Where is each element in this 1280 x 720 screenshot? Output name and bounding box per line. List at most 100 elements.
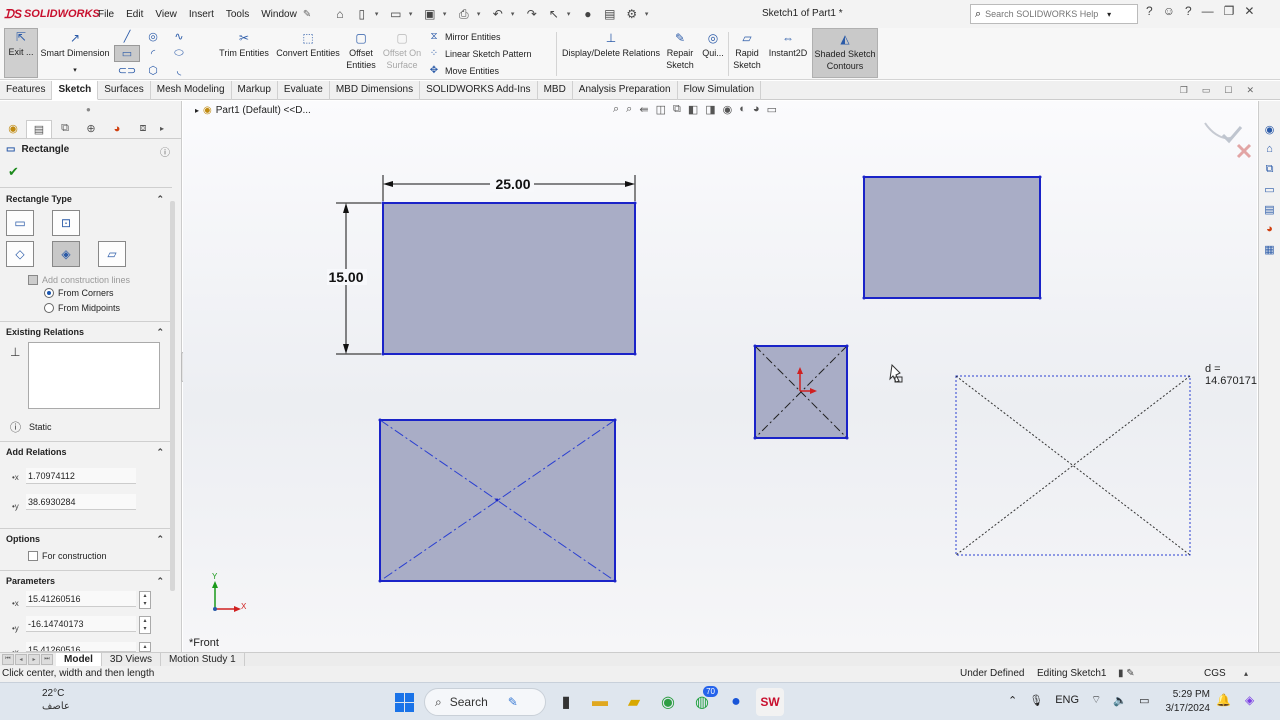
param-x-field[interactable]: 15.41260516 xyxy=(26,591,136,607)
panel-scroll-right-icon[interactable]: ▸ xyxy=(156,120,168,138)
minimize-icon[interactable]: — xyxy=(1202,4,1214,18)
tab-solidworks-addins[interactable]: SOLIDWORKS Add-Ins xyxy=(420,81,538,100)
center-point[interactable] xyxy=(495,498,499,502)
doc-close-icon[interactable]: ✕ xyxy=(1246,85,1254,96)
sketch-point[interactable] xyxy=(845,436,849,440)
microphone-icon[interactable]: 🎙 xyxy=(1029,694,1043,707)
new-document-icon[interactable]: ▯ xyxy=(353,5,371,23)
menu-edit[interactable]: Edit xyxy=(120,9,149,20)
new-dropdown-icon[interactable]: ▾ xyxy=(375,10,383,18)
taskbar-search[interactable]: ⌕ Search ✎ xyxy=(424,688,546,716)
line-icon[interactable]: ╱ xyxy=(114,28,140,45)
tab-motion-study-1[interactable]: Motion Study 1 xyxy=(161,652,245,667)
home-icon[interactable]: ⌂ xyxy=(1262,143,1278,159)
display-delete-relations-button[interactable]: ⊥ Display/Delete Relations xyxy=(560,30,662,59)
open-folder-icon[interactable]: ▭ xyxy=(387,5,405,23)
sketch-point[interactable] xyxy=(1038,296,1042,300)
design-library-icon[interactable]: ⧉ xyxy=(1262,163,1278,179)
add-relations-header[interactable]: Add Relations ⌃ xyxy=(6,447,164,458)
smart-dimension-button[interactable]: ↗ Smart Dimension ▾ xyxy=(40,30,110,77)
help-search-box[interactable]: ⌕ ▾ xyxy=(970,4,1138,24)
sketch-point[interactable] xyxy=(862,296,866,300)
tab-model[interactable]: Model xyxy=(56,652,102,667)
sketch-point[interactable] xyxy=(381,352,385,356)
sketch-point[interactable] xyxy=(862,175,866,179)
save-dropdown-icon[interactable]: ▾ xyxy=(443,10,451,18)
confirmation-corner[interactable] xyxy=(1204,122,1252,159)
notification-bell-icon[interactable]: 🔔 xyxy=(1216,693,1231,707)
tab-flow-simulation[interactable]: Flow Simulation xyxy=(678,81,762,100)
param-3-spinner[interactable]: ▴ xyxy=(139,642,151,652)
quick-snaps-button[interactable]: ◎ Qui... xyxy=(700,30,726,59)
move-entities-button[interactable]: ✥ Move Entities xyxy=(428,65,499,76)
sketch-point[interactable] xyxy=(633,201,637,205)
sketch-point[interactable] xyxy=(845,344,849,348)
menu-file[interactable]: File xyxy=(92,9,120,20)
offset-entities-button[interactable]: ▢ Offset Entities xyxy=(344,30,378,71)
collapse-caret-icon[interactable]: ⌃ xyxy=(156,534,164,545)
help-question-icon[interactable]: ? xyxy=(1185,4,1192,18)
weather-widget[interactable]: 22°C عاصف xyxy=(42,687,70,713)
tab-evaluate[interactable]: Evaluate xyxy=(278,81,330,100)
relation-y-field[interactable]: 38.6930284 xyxy=(26,494,136,510)
menu-view[interactable]: View xyxy=(149,9,183,20)
help-search-input[interactable] xyxy=(985,9,1104,19)
tab-sketch[interactable]: Sketch xyxy=(52,81,99,100)
pin-icon[interactable]: ✎ xyxy=(303,9,317,20)
sketch-rectangle-top-right[interactable] xyxy=(863,176,1041,299)
ellipse-icon[interactable]: ⬭ xyxy=(166,45,192,62)
print-icon[interactable]: ⎙ xyxy=(455,5,473,23)
start-button[interactable] xyxy=(390,688,418,716)
volume-icon[interactable]: 🔈 xyxy=(1113,694,1127,707)
rapid-sketch-button[interactable]: ▱ Rapid Sketch xyxy=(732,30,762,71)
next-tab-icon[interactable]: ▸ xyxy=(28,654,40,665)
sketch-point[interactable] xyxy=(613,418,617,422)
convert-entities-button[interactable]: ⬚ Convert Entities xyxy=(274,30,342,59)
menu-insert[interactable]: Insert xyxy=(183,9,220,20)
cam-tab-icon[interactable]: ⧈ xyxy=(130,120,156,138)
wifi-icon[interactable]: ⌔ xyxy=(1091,693,1101,707)
for-construction-checkbox[interactable]: For construction xyxy=(28,551,107,561)
language-indicator[interactable]: ENG xyxy=(1055,694,1079,706)
from-corners-radio[interactable]: From Corners xyxy=(44,288,114,298)
relation-x-field[interactable]: 1.70974112 xyxy=(26,468,136,484)
appearances-icon[interactable]: ◕ xyxy=(1262,223,1278,239)
rebuild-status-icons[interactable]: ▮ ✎ xyxy=(1118,666,1135,682)
user-icon[interactable]: ☺ xyxy=(1163,4,1175,18)
doc-restore-icon[interactable]: ❐ xyxy=(1180,85,1188,96)
existing-relations-header[interactable]: Existing Relations ⌃ xyxy=(6,327,164,338)
print-dropdown-icon[interactable]: ▾ xyxy=(477,10,485,18)
solidworks-logo[interactable]: ᗪS SOLIDWORKS xyxy=(0,7,100,22)
dimension-horizontal-value[interactable]: 25.00 xyxy=(495,176,530,192)
help-circle-icon[interactable]: ⓘ xyxy=(160,144,170,159)
param-3-field[interactable]: 15.41260516 xyxy=(26,642,136,652)
arc-icon[interactable]: ◜ xyxy=(140,45,166,62)
close-icon[interactable]: ✕ xyxy=(1244,4,1254,18)
spline-icon[interactable]: ∿ xyxy=(166,28,192,45)
tray-overflow-icon[interactable]: ⌃ xyxy=(1008,694,1017,707)
solidworks-taskbar-button[interactable]: SW xyxy=(756,688,784,716)
sketch-point[interactable] xyxy=(633,352,637,356)
trim-entities-button[interactable]: ✂ Trim Entities xyxy=(218,30,270,59)
tab-mbd-dimensions[interactable]: MBD Dimensions xyxy=(330,81,421,100)
dimension-vertical-value[interactable]: 15.00 xyxy=(328,269,363,285)
from-midpoints-radio[interactable]: From Midpoints xyxy=(44,303,120,313)
undo-dropdown-icon[interactable]: ▾ xyxy=(511,10,519,18)
prev-tab-icon[interactable]: ◂ xyxy=(15,654,27,665)
instant2d-button[interactable]: ⇔ Instant2D xyxy=(766,30,810,59)
help-icon[interactable]: ? xyxy=(1146,4,1153,18)
chrome-button[interactable]: ◉ xyxy=(654,688,682,716)
tab-markup[interactable]: Markup xyxy=(232,81,278,100)
solidworks-resources-icon[interactable]: ◉ xyxy=(1262,123,1278,139)
fillet-icon[interactable]: ◟ xyxy=(166,62,192,79)
param-y-spinner[interactable]: ▴ ▾ xyxy=(139,616,151,634)
add-construction-lines-checkbox[interactable]: Add construction lines xyxy=(28,275,130,285)
options-gear-icon[interactable]: ⚙ xyxy=(623,5,641,23)
display-manager-tab-icon[interactable]: ◕ xyxy=(104,120,130,138)
tab-mbd[interactable]: MBD xyxy=(538,81,573,100)
battery-icon[interactable]: ▭ xyxy=(1139,694,1149,707)
options-header[interactable]: Options ⌃ xyxy=(6,534,164,545)
smart-dimension-dropdown-icon[interactable]: ▾ xyxy=(73,65,77,77)
redo-icon[interactable]: ↷ xyxy=(523,5,541,23)
file-explorer-button[interactable]: ▬ xyxy=(586,688,614,716)
